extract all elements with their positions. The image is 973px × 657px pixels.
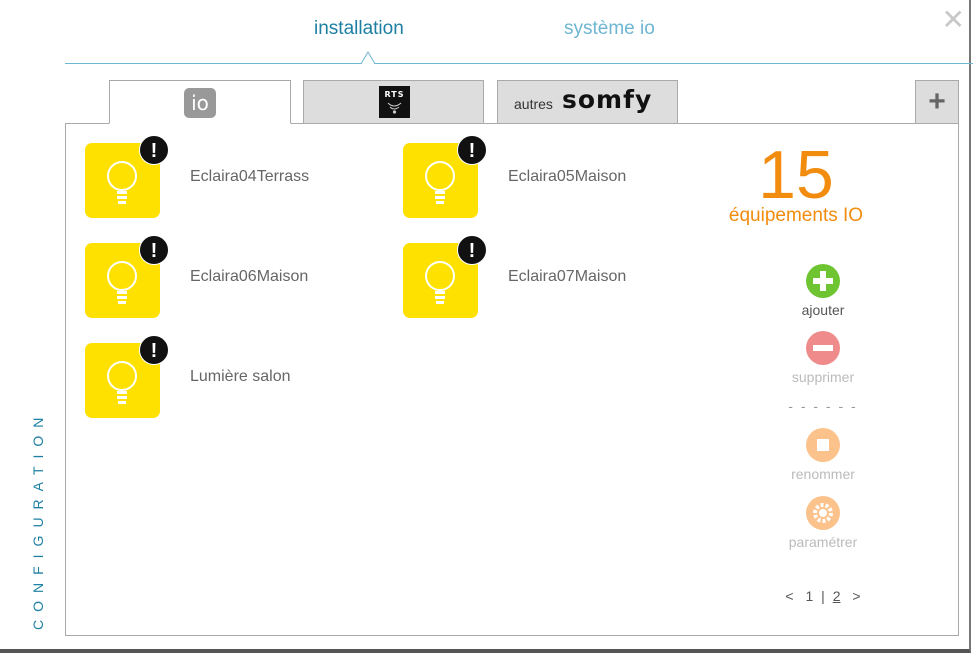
device-name: Eclaira05Maison — [508, 168, 627, 185]
delete-label: supprimer — [791, 369, 855, 385]
side-nav-configuration[interactable]: CONFIGURATION — [0, 360, 64, 640]
device-card[interactable]: ! Eclaira07Maison — [403, 235, 703, 323]
device-card[interactable]: ! Eclaira05Maison — [403, 135, 703, 223]
next-page-button[interactable]: > — [852, 588, 860, 604]
add-label: ajouter — [801, 302, 845, 318]
pagination: < 1 | 2 > — [773, 588, 873, 604]
device-card[interactable]: ! Lumière salon — [85, 335, 385, 423]
device-count: 15 — [758, 137, 834, 213]
io-logo-icon: io — [184, 88, 216, 118]
warning-badge-icon: ! — [139, 235, 169, 265]
configuration-label: CONFIGURATION — [30, 409, 46, 630]
gear-icon — [806, 496, 840, 530]
plus-circle-icon — [806, 264, 840, 298]
rts-waves-icon — [387, 102, 402, 114]
rename-button[interactable]: renommer — [773, 428, 873, 482]
minus-circle-icon — [806, 331, 840, 365]
active-tab-caret-icon — [361, 51, 375, 64]
tab-underline — [65, 63, 973, 64]
tab-io-devices[interactable]: io — [109, 80, 291, 124]
rename-label: renommer — [791, 466, 855, 482]
warning-badge-icon: ! — [457, 235, 487, 265]
rts-logo-text: RTS — [384, 90, 405, 99]
tab-system-io[interactable]: système io — [564, 18, 655, 40]
device-name: Eclaira06Maison — [190, 268, 309, 285]
prev-page-button[interactable]: < — [785, 588, 793, 604]
device-card[interactable]: ! Eclaira06Maison — [85, 235, 385, 323]
device-card[interactable]: ! Eclaira04Terrass — [85, 135, 385, 223]
delete-button[interactable]: supprimer — [773, 331, 873, 385]
device-name: Eclaira04Terrass — [190, 168, 310, 185]
settings-label: paramétrer — [788, 534, 858, 550]
tab-other-somfy[interactable]: autres somfy — [497, 80, 678, 124]
somfy-prefix-label: autres — [514, 96, 553, 112]
main-tabs: installation système io — [65, 0, 973, 64]
device-name: Lumière salon — [190, 368, 291, 385]
page-2-link[interactable]: 2 — [833, 588, 841, 604]
page-1-link[interactable]: 1 — [805, 588, 813, 604]
rts-logo-icon: RTS — [379, 86, 410, 118]
tab-rts-devices[interactable]: RTS — [303, 80, 484, 124]
add-tab-button[interactable]: + — [915, 80, 959, 124]
device-name: Eclaira07Maison — [508, 268, 627, 285]
actions-divider: - - - - - - — [788, 398, 858, 414]
somfy-logo: somfy — [562, 85, 653, 114]
settings-button[interactable]: paramétrer — [773, 496, 873, 550]
warning-badge-icon: ! — [457, 135, 487, 165]
device-count-label: équipements IO — [728, 205, 864, 226]
warning-badge-icon: ! — [139, 335, 169, 365]
add-button[interactable]: ajouter — [773, 264, 873, 318]
page-separator: | — [821, 588, 825, 604]
tab-installation[interactable]: installation — [314, 18, 404, 40]
square-circle-icon — [806, 428, 840, 462]
warning-badge-icon: ! — [139, 135, 169, 165]
